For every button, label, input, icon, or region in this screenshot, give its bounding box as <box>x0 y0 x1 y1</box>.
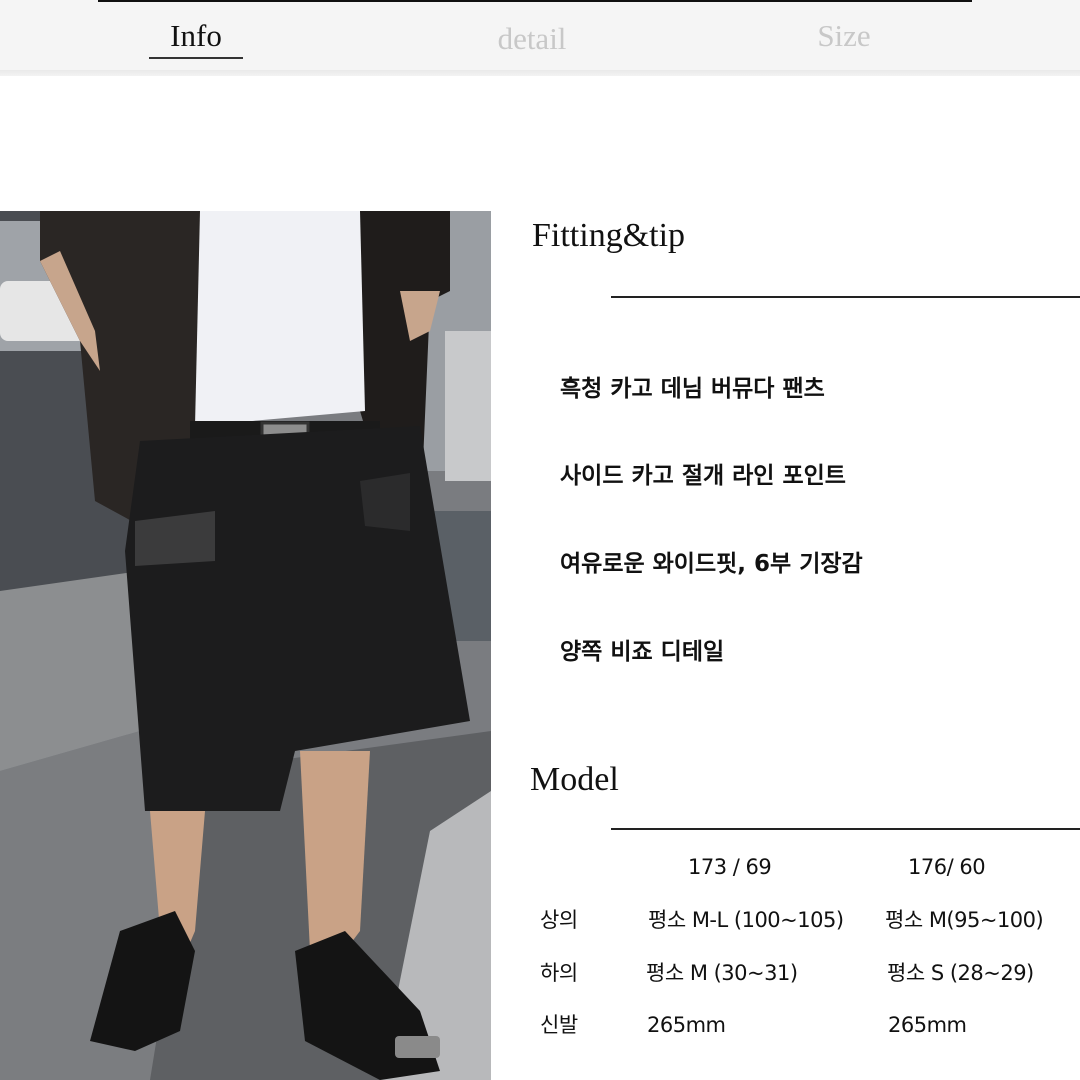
tab-size[interactable]: Size <box>794 14 894 62</box>
model-1-bottom-size: 평소 M (30~31) <box>646 961 798 985</box>
tip-item: 양쪽 비죠 디테일 <box>560 639 725 665</box>
tab-info[interactable]: Info <box>149 14 243 62</box>
tab-bar-shadow <box>0 70 1080 76</box>
tip-item: 흑청 카고 데님 버뮤다 팬츠 <box>560 376 825 402</box>
row-label-shoes: 신발 <box>540 1013 578 1037</box>
model-1-shoe-size: 265mm <box>647 1013 726 1037</box>
model-1-top-size: 평소 M-L (100~105) <box>648 908 844 932</box>
model-2-height-weight: 176/ 60 <box>908 855 986 879</box>
model-2-shoe-size: 265mm <box>888 1013 967 1037</box>
model-2-top-size: 평소 M(95~100) <box>885 908 1044 932</box>
fitting-divider <box>611 296 1080 298</box>
tab-detail[interactable]: detail <box>472 17 592 65</box>
tip-item: 여유로운 와이드핏, 6부 기장감 <box>560 551 863 577</box>
row-label-top: 상의 <box>540 908 578 932</box>
fitting-tip-title: Fitting&tip <box>532 217 686 254</box>
row-label-bottom: 하의 <box>540 961 578 985</box>
active-tab-indicator <box>149 57 243 59</box>
model-2-bottom-size: 평소 S (28~29) <box>887 961 1034 985</box>
model-title: Model <box>530 761 619 798</box>
model-divider <box>611 828 1080 830</box>
model-1-height-weight: 173 / 69 <box>688 855 772 879</box>
product-photo-illustration <box>0 211 491 1080</box>
tip-item: 사이드 카고 절개 라인 포인트 <box>560 463 846 489</box>
top-divider <box>98 0 972 2</box>
product-photo <box>0 211 491 1080</box>
